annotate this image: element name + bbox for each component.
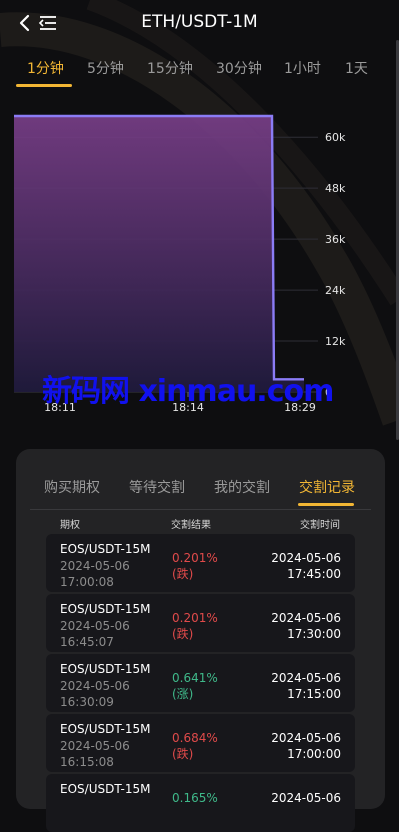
y-tick-label: 24k	[325, 284, 346, 297]
record-pair: EOS/USDT-15M	[60, 602, 151, 616]
delivery-panel: 购买期权 等待交割 我的交割 交割记录 期权 交割结果 交割时间 EOS/USD…	[16, 449, 385, 832]
record-result: 0.684% (跌)	[172, 731, 218, 761]
record-delivery-time: 2024-05-06	[271, 791, 341, 805]
record-pair: EOS/USDT-15M	[60, 782, 151, 796]
y-tick-label: 48k	[325, 182, 346, 195]
record-open-time: 2024-05-06 16:30:09	[60, 679, 130, 709]
tab-1day[interactable]: 1天	[345, 58, 368, 78]
y-tick-label: 60k	[325, 131, 346, 144]
record-open-time: 2024-05-06 16:15:08	[60, 739, 130, 769]
interval-tabs: 1分钟 5分钟 15分钟 30分钟 1小时 1天	[16, 56, 399, 90]
record-result: 0.201% (跌)	[172, 611, 218, 641]
record-delivery-time: 2024-05-06 17:00:00	[271, 731, 341, 761]
y-tick-label: 12k	[325, 335, 346, 348]
record-open-time: 2024-05-06 16:45:07	[60, 619, 130, 649]
tab-30min[interactable]: 30分钟	[216, 58, 262, 78]
watermark: 新码网 xinmau.com	[42, 374, 334, 409]
tab-15min[interactable]: 15分钟	[147, 58, 193, 78]
record-delivery-time: 2024-05-06 17:45:00	[271, 551, 341, 581]
tab-1hour[interactable]: 1小时	[284, 58, 321, 78]
record-row[interactable]: EOS/USDT-15M 0.165% 2024-05-06	[46, 774, 355, 832]
record-delivery-time: 2024-05-06 17:30:00	[271, 611, 341, 641]
record-result: 0.641% (涨)	[172, 671, 218, 701]
column-header-option: 期权	[60, 520, 80, 531]
record-row[interactable]: EOS/USDT-15M 2024-05-06 16:45:07 0.201% (跌…	[46, 594, 355, 652]
tab-pending-delivery[interactable]: 等待交割	[129, 477, 185, 497]
divider	[30, 509, 371, 510]
tab-delivery-records[interactable]: 交割记录	[299, 477, 355, 497]
column-header-time: 交割时间	[300, 520, 340, 531]
record-result: 0.165%	[172, 791, 218, 805]
price-area	[14, 116, 304, 392]
tab-my-delivery[interactable]: 我的交割	[214, 477, 270, 497]
column-header-result: 交割结果	[171, 520, 211, 531]
record-row[interactable]: EOS/USDT-15M 2024-05-06 16:30:09 0.641% (涨…	[46, 654, 355, 712]
y-tick-label: 36k	[325, 233, 346, 246]
active-panel-tab-indicator	[298, 503, 354, 506]
record-row[interactable]: EOS/USDT-15M 2024-05-06 16:15:08 0.684% (跌…	[46, 714, 355, 772]
record-pair: EOS/USDT-15M	[60, 722, 151, 736]
record-pair: EOS/USDT-15M	[60, 662, 151, 676]
header: ETH/USDT-1M	[0, 0, 399, 46]
record-row[interactable]: EOS/USDT-15M 2024-05-06 17:00:08 0.201% (跌…	[46, 534, 355, 592]
record-pair: EOS/USDT-15M	[60, 542, 151, 556]
record-result: 0.201% (跌)	[172, 551, 218, 581]
page-title: ETH/USDT-1M	[141, 12, 258, 32]
active-tab-indicator	[16, 84, 72, 87]
record-open-time: 2024-05-06 17:00:08	[60, 559, 130, 589]
record-delivery-time: 2024-05-06 17:15:00	[271, 671, 341, 701]
panel-tabs: 购买期权 等待交割 我的交割 交割记录	[16, 475, 385, 509]
tab-5min[interactable]: 5分钟	[87, 58, 124, 78]
tab-1min[interactable]: 1分钟	[27, 58, 64, 78]
tab-buy-options[interactable]: 购买期权	[44, 477, 100, 497]
